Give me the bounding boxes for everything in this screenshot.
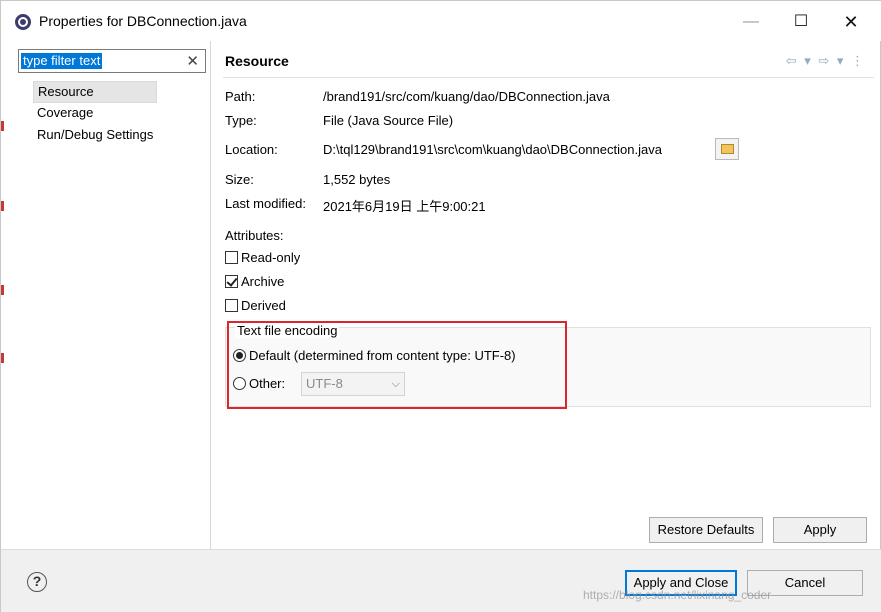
- read-only-checkbox-box[interactable]: [225, 251, 238, 264]
- read-only-label: Read-only: [241, 250, 301, 265]
- page-title: Resource: [225, 53, 289, 69]
- path-value: /brand191/src/com/kuang/dao/DBConnection…: [323, 89, 610, 104]
- location-label: Location:: [225, 142, 278, 157]
- eclipse-app-icon: [14, 13, 32, 31]
- tree-item-run-debug-settings[interactable]: Run/Debug Settings: [33, 125, 157, 147]
- read-only-checkbox[interactable]: Read-only: [225, 250, 300, 268]
- archive-checkbox-box[interactable]: [225, 275, 238, 288]
- properties-dialog: Properties for DBConnection.java — ☐ ✕ t…: [0, 0, 881, 612]
- last-modified-value: 2021年6月19日 上午9:00:21: [323, 199, 486, 214]
- archive-label: Archive: [241, 274, 285, 289]
- help-icon[interactable]: ?: [27, 572, 47, 592]
- filter-input-text: type filter text: [21, 53, 103, 69]
- apply-button[interactable]: Apply: [773, 517, 867, 543]
- annotation-highlight-box: [227, 321, 567, 409]
- tree-item-resource[interactable]: Resource: [33, 81, 158, 103]
- resource-page: Resource ⇦ ▾ ⇨ ▾ ⋮ Path: /brand191/src/c…: [213, 41, 881, 549]
- background-edge-marks: [1, 1, 5, 612]
- show-in-explorer-button[interactable]: [715, 138, 739, 160]
- folder-icon: [721, 144, 734, 154]
- dialog-footer: ? Apply and Close Cancel https://blog.cs…: [1, 549, 881, 612]
- location-value: D:\tql129\brand191\src\com\kuang\dao\DBC…: [323, 142, 662, 157]
- tree-item-coverage[interactable]: Coverage: [33, 103, 157, 125]
- attributes-label: Attributes:: [225, 228, 284, 243]
- forward-icon[interactable]: ⇨ ▾: [818, 53, 845, 68]
- close-button[interactable]: ✕: [831, 9, 871, 35]
- view-menu-icon[interactable]: ⋮: [851, 53, 866, 68]
- path-label: Path:: [225, 89, 256, 104]
- watermark-text: https://blog.csdn.net/lixinang_coder: [583, 588, 772, 602]
- type-value: File (Java Source File): [323, 113, 454, 128]
- minimize-button[interactable]: —: [731, 9, 771, 35]
- page-navigation: ⇦ ▾ ⇨ ▾ ⋮: [786, 53, 866, 69]
- window-title: Properties for DBConnection.java: [39, 13, 247, 29]
- size-label: Size:: [225, 172, 254, 187]
- last-modified-label: Last modified:: [225, 196, 306, 211]
- clear-filter-icon[interactable]: ✕: [186, 52, 199, 70]
- navigation-pane: type filter text ✕ Resource Coverage Run…: [9, 41, 211, 549]
- title-bar: Properties for DBConnection.java — ☐ ✕: [1, 1, 881, 41]
- restore-defaults-button[interactable]: Restore Defaults: [649, 517, 763, 543]
- maximize-button[interactable]: ☐: [781, 9, 821, 35]
- title-separator: [223, 77, 874, 78]
- derived-label: Derived: [241, 298, 286, 313]
- type-label: Type:: [225, 113, 257, 128]
- derived-checkbox-box[interactable]: [225, 299, 238, 312]
- archive-checkbox[interactable]: Archive: [225, 274, 284, 292]
- derived-checkbox[interactable]: Derived: [225, 298, 286, 316]
- size-value: 1,552 bytes: [323, 172, 391, 187]
- back-icon[interactable]: ⇦ ▾: [786, 53, 813, 68]
- filter-input[interactable]: type filter text ✕: [18, 49, 206, 73]
- page-tree: Resource Coverage Run/Debug Settings: [33, 81, 158, 147]
